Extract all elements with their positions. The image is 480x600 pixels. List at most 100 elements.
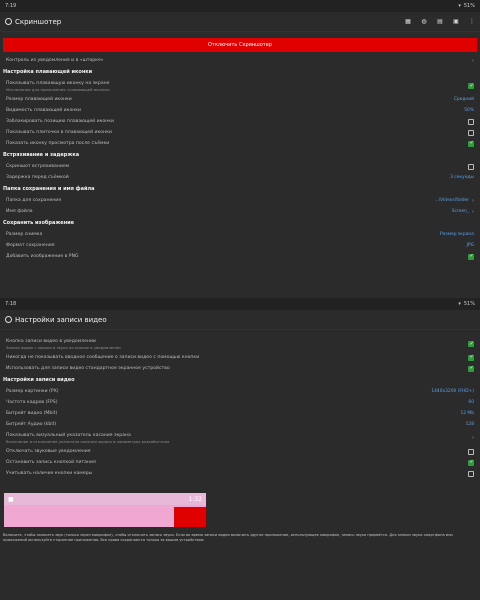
setting-row[interactable]: Частота кадров (FPS) 60 xyxy=(0,397,480,408)
app-bar-2: Настройки записи видео xyxy=(0,310,480,330)
section-header: Настройка плавающей иконки xyxy=(3,69,93,75)
setting-value[interactable]: 50% xyxy=(464,108,474,113)
video-parameters: Размер картинки (PX) 1440x3200 (FHD+) Част… xyxy=(0,386,480,430)
setting-checkbox[interactable] xyxy=(468,129,474,136)
setting-checkbox[interactable] xyxy=(468,83,474,89)
setting-value[interactable]: 3 секунды xyxy=(450,175,474,180)
setting-checkbox[interactable] xyxy=(468,140,474,147)
section-header: Сохранить изображение xyxy=(3,220,75,226)
setting-value[interactable]: Средний xyxy=(454,97,474,102)
setting-row[interactable]: Учитывать наличие кнопки камеры xyxy=(0,468,480,479)
clipboard-icon[interactable]: ▤ xyxy=(437,18,443,25)
setting-value[interactable]: Размер экрана xyxy=(440,232,474,237)
setting-row[interactable]: Остановить запись кнопкой питания xyxy=(0,457,480,468)
setting-label: Битрейт Аудио (kbit) xyxy=(6,422,57,427)
chevron-right-icon: › xyxy=(472,435,474,441)
chevron-right-icon: › xyxy=(472,208,474,215)
setting-label: Показать иконку просмотра после съёмки xyxy=(6,141,110,146)
setting-row[interactable]: Размер картинки (PX) 1440x3200 (FHD+) xyxy=(0,386,480,397)
setting-checkbox[interactable] xyxy=(468,365,474,372)
section-video-settings: Настройки записи видео xyxy=(3,377,75,383)
video-settings-title: Настройки записи видео xyxy=(15,315,107,324)
footnote-text: Включите, чтобы записать звук (только че… xyxy=(3,533,453,543)
setting-row[interactable]: Битрейт Аудио (kbit) 128 xyxy=(0,419,480,430)
grid-icon[interactable]: ▦ xyxy=(405,18,411,25)
setting-checkbox[interactable] xyxy=(468,163,474,170)
setting-row[interactable]: Видимость плавающей иконки 50% xyxy=(0,105,480,116)
setting-checkbox[interactable] xyxy=(468,354,474,361)
setting-checkbox[interactable] xyxy=(468,448,474,455)
setting-label: Имя файла xyxy=(6,209,33,214)
battery-level-2: 51% xyxy=(463,301,475,307)
setting-label: Кнопка записи видео в уведомлении xyxy=(6,338,96,344)
setting-value[interactable]: JPG xyxy=(467,243,474,248)
setting-row[interactable]: Заблокировать позицию плавающей иконки xyxy=(0,116,480,127)
setting-row[interactable]: Показать иконку просмотра после съёмки xyxy=(0,138,480,149)
setting-label: Битрейт видео (Mbit) xyxy=(6,411,58,416)
setting-row[interactable]: Размер плавающей иконки Средний xyxy=(0,94,480,105)
setting-checkbox[interactable] xyxy=(468,341,474,347)
setting-row[interactable]: Показывать плавающую иконку на экране Иск… xyxy=(0,78,480,94)
setting-checkbox[interactable] xyxy=(468,118,474,125)
setting-value[interactable]: 1440x3200 (FHD+) xyxy=(431,389,474,394)
setting-row[interactable]: Формат сохранения JPG xyxy=(0,240,480,251)
camera-icon: ■ xyxy=(8,495,14,503)
globe-icon[interactable]: ◍ xyxy=(421,18,427,25)
setting-row[interactable]: Отключать звуковые уведомления xyxy=(0,446,480,457)
setting-sublabel: Запись видео с экрана и звука по кнопке … xyxy=(6,344,121,350)
setting-label: Показывать плавающую иконку на экране xyxy=(6,80,110,86)
app-title: Скриншотер xyxy=(15,17,62,26)
video-settings-panel: 7:18 ▾ 51% Настройки записи видео Кнопка… xyxy=(0,298,480,600)
setting-label: Показывать плиточки в плавающей иконки xyxy=(6,130,112,135)
setting-checkbox[interactable] xyxy=(468,253,474,260)
setting-label: Размер плавающей иконки xyxy=(6,97,72,102)
setting-label: Папка для сохранения xyxy=(6,198,62,203)
setting-row[interactable]: Имя файла Screen_ › xyxy=(0,206,480,217)
preview-status-bar: ■ 1:32 xyxy=(4,493,206,505)
battery-level: 51% xyxy=(463,3,475,9)
setting-row[interactable]: Никогда не показывать вводное сообщение … xyxy=(0,352,480,363)
setting-row[interactable]: Показывать плиточки в плавающей иконки xyxy=(0,127,480,138)
setting-value[interactable]: Screen_ xyxy=(452,209,469,214)
section-header: Папка сохранения и имя файла xyxy=(3,186,95,192)
setting-row[interactable]: Скриншот встряхиванием xyxy=(0,161,480,172)
screenshotter-settings-panel: 7:19 ▾ 51% Скриншотер ▦ ◍ ▤ ▣ ⋮ Отключит… xyxy=(0,0,480,298)
control-notification-row[interactable]: Контроль из уведомления и в «шторке» › xyxy=(0,55,480,66)
setting-checkbox[interactable] xyxy=(468,470,474,477)
setting-row[interactable]: Кнопка записи видео в уведомлении Запись … xyxy=(0,336,480,352)
setting-label: Размер картинки (PX) xyxy=(6,389,59,394)
setting-label: Формат сохранения xyxy=(6,243,55,248)
setting-label: Размер снимка xyxy=(6,232,43,237)
pointer-row[interactable]: Показывать визуальный указатель касания … xyxy=(0,430,480,446)
disable-screenshotter-button[interactable]: Отключить Скриншотер xyxy=(3,38,477,52)
setting-row[interactable]: Битрейт видео (Mbit) 12 Mb xyxy=(0,408,480,419)
setting-label: Учитывать наличие кнопки камеры xyxy=(6,471,93,476)
preview-time: 1:32 xyxy=(188,495,202,503)
setting-label: Видимость плавающей иконки xyxy=(6,108,82,113)
chevron-right-icon: › xyxy=(472,57,474,64)
setting-label: Задержка перед съёмкой xyxy=(6,175,69,180)
setting-row[interactable]: Задержка перед съёмкой 3 секунды xyxy=(0,172,480,183)
status-time: 7:19 xyxy=(5,3,17,9)
phone-preview-image: ■ 1:32 xyxy=(4,493,206,527)
setting-checkbox[interactable] xyxy=(468,459,474,466)
setting-label: Добавить изображение в PNG xyxy=(6,254,79,259)
setting-value[interactable]: 12 Mb xyxy=(460,411,474,416)
status-bar-2: 7:18 ▾ 51% xyxy=(0,298,480,310)
record-button-preview xyxy=(174,507,206,527)
app-logo-icon xyxy=(5,18,12,25)
app-bar: Скриншотер ▦ ◍ ▤ ▣ ⋮ xyxy=(0,12,480,32)
setting-row[interactable]: Размер снимка Размер экрана xyxy=(0,229,480,240)
setting-label: Скриншот встряхиванием xyxy=(6,164,70,169)
setting-label: Частота кадров (FPS) xyxy=(6,400,58,405)
setting-value[interactable]: 128 xyxy=(466,422,474,427)
setting-row[interactable]: Добавить изображение в PNG xyxy=(0,251,480,262)
image-icon[interactable]: ▣ xyxy=(453,18,459,25)
setting-row[interactable]: Папка для сохранения ...\Videos\folder › xyxy=(0,195,480,206)
setting-value[interactable]: 60 xyxy=(468,400,474,405)
more-menu-icon[interactable]: ⋮ xyxy=(469,18,475,25)
app-logo-icon xyxy=(5,316,12,323)
setting-value[interactable]: ...\Videos\folder xyxy=(435,198,469,203)
section-header: Встряхивание и задержка xyxy=(3,152,80,158)
setting-row[interactable]: Использовать для записи видео стандартно… xyxy=(0,363,480,374)
